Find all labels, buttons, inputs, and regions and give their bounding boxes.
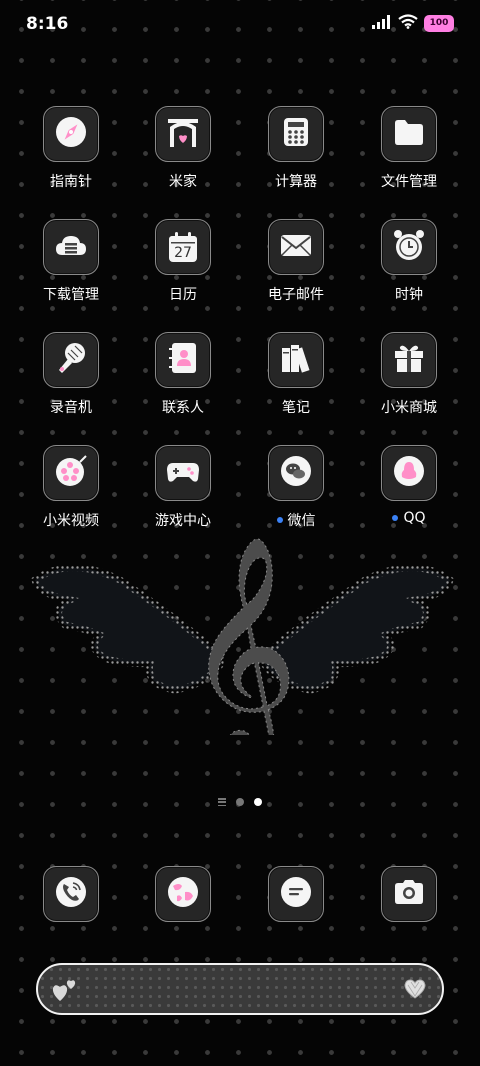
app-tile: [381, 866, 437, 922]
battery-indicator: 100: [424, 15, 454, 32]
app-label: 指南针: [50, 174, 92, 190]
app-tile: [268, 219, 324, 275]
app-recorder[interactable]: 录音机: [16, 332, 126, 417]
app-email[interactable]: 电子邮件: [241, 219, 351, 304]
dock-camera[interactable]: [354, 866, 464, 922]
app-label: 日历: [169, 287, 197, 303]
folder-icon: [391, 114, 427, 154]
app-tile: [155, 445, 211, 501]
app-tile: [268, 332, 324, 388]
calendar-icon: 27: [165, 229, 201, 265]
app-tile: [268, 445, 324, 501]
app-tile: [43, 106, 99, 162]
page-indicator[interactable]: [0, 795, 480, 809]
app-label: QQ: [403, 510, 426, 526]
browser-icon: [165, 874, 201, 914]
app-tile: [381, 332, 437, 388]
status-icons: 100: [372, 14, 454, 33]
notification-badge: [392, 515, 399, 521]
search-bar[interactable]: [36, 963, 444, 1015]
app-game-center[interactable]: 游戏中心: [128, 445, 238, 530]
app-mi-video[interactable]: 小米视频: [16, 445, 126, 530]
status-bar: 8:16 100: [0, 0, 480, 50]
app-label: 小米视频: [43, 513, 99, 529]
app-tile: [43, 219, 99, 275]
app-tile: [155, 866, 211, 922]
app-tile: [43, 332, 99, 388]
treble-clef-wings-icon: 𝄞: [30, 534, 455, 766]
wechat-icon: [278, 453, 314, 493]
app-label: 下载管理: [43, 287, 99, 303]
app-label: 文件管理: [381, 174, 437, 190]
app-label: 时钟: [395, 287, 423, 303]
app-label: 游戏中心: [155, 513, 211, 529]
app-calculator[interactable]: 计算器: [241, 106, 351, 191]
contacts-icon: [165, 340, 201, 380]
app-files[interactable]: 文件管理: [354, 106, 464, 191]
calendar-date: 27: [174, 245, 192, 261]
app-label: 微信: [287, 513, 316, 529]
app-tile: [381, 106, 437, 162]
microphone-icon: [53, 340, 89, 380]
app-tile: [43, 866, 99, 922]
download-cloud-icon: [53, 227, 89, 267]
compass-icon: [53, 114, 89, 154]
dock-messages[interactable]: [241, 866, 351, 922]
page-dot-current[interactable]: [254, 798, 262, 806]
app-label: 笔记: [282, 400, 310, 416]
signal-icon: [372, 14, 392, 33]
dock-browser[interactable]: [128, 866, 238, 922]
app-label: 联系人: [162, 400, 204, 416]
mail-icon: [278, 227, 314, 267]
status-time: 8:16: [26, 14, 69, 34]
app-tile: [268, 866, 324, 922]
app-label: 电子邮件: [268, 287, 324, 303]
app-tile: [43, 445, 99, 501]
app-qq[interactable]: QQ: [354, 445, 464, 526]
app-wechat[interactable]: 微信: [241, 445, 351, 530]
app-label: 录音机: [50, 400, 92, 416]
app-downloads[interactable]: 下载管理: [16, 219, 126, 304]
mihome-icon: [165, 114, 201, 154]
svg-text:𝄞: 𝄞: [186, 535, 298, 735]
camera-icon: [391, 874, 427, 914]
notification-badge: [276, 517, 283, 523]
video-icon: [53, 453, 89, 493]
app-label: 小米商城: [381, 400, 437, 416]
wifi-icon: [398, 14, 418, 33]
gamepad-icon: [165, 453, 201, 493]
diamond-heart-icon[interactable]: [404, 979, 426, 1003]
app-tile: [155, 106, 211, 162]
app-compass[interactable]: 指南针: [16, 106, 126, 191]
notes-icon: [278, 340, 314, 380]
app-calendar[interactable]: 27 日历: [128, 219, 238, 304]
qq-icon: [391, 453, 427, 493]
app-mihome[interactable]: 米家: [128, 106, 238, 191]
app-tile: [381, 445, 437, 501]
calculator-icon: [278, 114, 314, 154]
app-tile: 27: [155, 219, 211, 275]
page-dot[interactable]: [236, 798, 244, 806]
dock-phone[interactable]: [16, 866, 126, 922]
page-indicator-list[interactable]: [218, 798, 226, 806]
app-notes[interactable]: 笔记: [241, 332, 351, 417]
gift-icon: [391, 340, 427, 380]
app-tile: [268, 106, 324, 162]
app-tile: [381, 219, 437, 275]
clock-icon: [391, 227, 427, 267]
app-mi-store[interactable]: 小米商城: [354, 332, 464, 417]
app-label: 米家: [169, 174, 197, 190]
messages-icon: [278, 874, 314, 914]
app-label: 计算器: [275, 174, 317, 190]
hearts-icon: [52, 977, 80, 1007]
app-clock[interactable]: 时钟: [354, 219, 464, 304]
app-contacts[interactable]: 联系人: [128, 332, 238, 417]
app-tile: [155, 332, 211, 388]
phone-icon: [53, 874, 89, 914]
